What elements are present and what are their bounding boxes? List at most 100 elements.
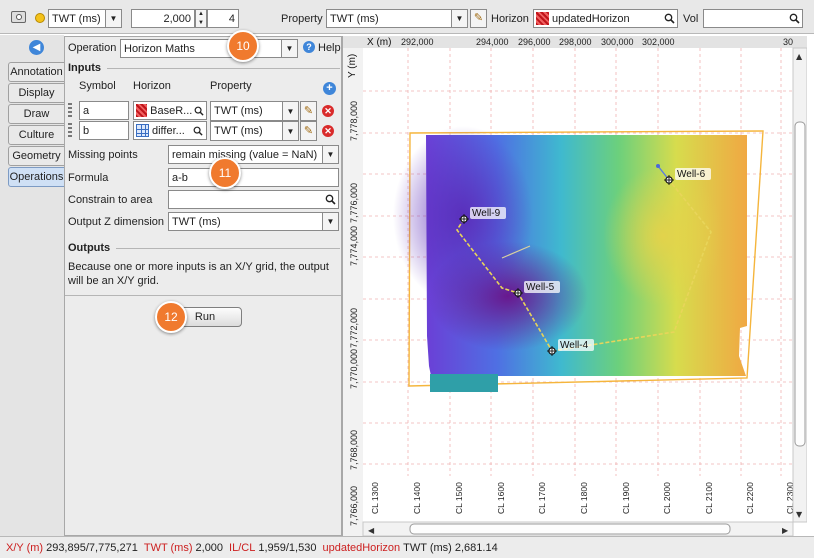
formula-input-value: a-b: [172, 171, 188, 184]
domain-dot-icon: [35, 13, 45, 23]
drag-handle-icon[interactable]: [68, 123, 72, 139]
well-tip-icon: [656, 164, 660, 168]
time-input[interactable]: 2,000: [131, 9, 195, 28]
chevron-down-icon[interactable]: ▼: [282, 122, 298, 140]
horizon-input[interactable]: BaseR...: [133, 101, 207, 120]
outputs-description-line-1: Because one or more inputs is an X/Y gri…: [68, 261, 329, 273]
back-arrow-icon[interactable]: ◀: [29, 40, 44, 55]
map-view[interactable]: Well-6 Well-9 Well-5 Well-4 292,000 294,000 2…: [342, 36, 807, 536]
remove-input-icon[interactable]: ✕: [322, 125, 334, 137]
wrench-icon[interactable]: ✎: [470, 9, 487, 28]
chevron-down-icon[interactable]: ▼: [281, 40, 297, 57]
side-tab-annotation[interactable]: Annotation: [8, 62, 65, 82]
search-icon[interactable]: [192, 102, 206, 119]
scroll-down-icon[interactable]: ▼: [796, 510, 803, 519]
cl-tick-label: CL 2200: [745, 482, 755, 514]
status-xy-label: X/Y (m): [6, 541, 44, 554]
camera-icon[interactable]: [11, 11, 26, 23]
property-select[interactable]: TWT (ms) ▼: [210, 121, 299, 141]
wrench-icon[interactable]: ✎: [300, 121, 317, 141]
search-icon[interactable]: [661, 10, 677, 27]
well-label: Well-6: [677, 169, 706, 180]
search-icon[interactable]: [190, 122, 206, 139]
input-row: b differ... TWT (ms) ▼ ✎ ✕: [65, 121, 343, 141]
chevron-down-icon[interactable]: ▼: [105, 10, 121, 27]
horizon-grid-icon: [536, 12, 549, 25]
top-toolbar: TWT (ms) ▼ 2,000 ▲ ▼ 4 Property TWT (ms) …: [0, 0, 814, 34]
x-axis-title: X (m): [367, 37, 391, 48]
missing-points-select[interactable]: remain missing (value = NaN) ▼: [168, 145, 339, 164]
chevron-down-icon[interactable]: ▼: [282, 102, 298, 120]
map-canvas[interactable]: Well-6 Well-9 Well-5 Well-4 292,000 294,000 2…: [343, 36, 807, 536]
output-z-select[interactable]: TWT (ms) ▼: [168, 212, 339, 231]
inputs-section-header: Inputs: [68, 62, 340, 74]
time-input-value: 2,000: [163, 12, 191, 25]
x-tick-label: 296,000: [518, 37, 551, 47]
property-select[interactable]: TWT (ms) ▼: [210, 101, 299, 121]
side-tab-operations[interactable]: Operations: [8, 167, 65, 187]
status-twt-value: 2,000: [195, 541, 224, 554]
horizon-input[interactable]: differ...: [133, 121, 207, 140]
x-tick-label: 294,000: [476, 37, 509, 47]
y-tick-label: 7,768,000: [349, 430, 359, 470]
y-tick-label: 7,778,000: [349, 101, 359, 141]
side-tab-draw[interactable]: Draw: [8, 104, 65, 124]
chevron-down-icon[interactable]: ▼: [322, 213, 338, 230]
status-bar: X/Y (m) 293,895/7,775,271 TWT (ms) 2,000…: [0, 536, 814, 558]
step-input[interactable]: 4: [207, 9, 239, 28]
cl-tick-label: CL 1400: [412, 482, 422, 514]
search-icon[interactable]: [322, 191, 338, 208]
help-link[interactable]: Help: [318, 42, 341, 54]
vertical-scrollbar-thumb[interactable]: [794, 121, 806, 447]
chevron-down-icon[interactable]: ▼: [451, 10, 467, 27]
search-icon[interactable]: [786, 10, 802, 27]
remove-input-icon[interactable]: ✕: [322, 105, 334, 117]
property-select[interactable]: TWT (ms) ▼: [326, 9, 468, 28]
domain-select-value: TWT (ms): [52, 12, 101, 25]
side-tab-culture[interactable]: Culture: [8, 125, 65, 145]
x-tick-label: 30: [783, 37, 793, 47]
scroll-up-icon[interactable]: ▲: [796, 52, 803, 61]
y-axis-title: Y (m): [347, 54, 358, 78]
run-button-label: Run: [194, 311, 216, 323]
side-tab-geometry[interactable]: Geometry: [8, 146, 65, 166]
wrench-icon[interactable]: ✎: [300, 101, 317, 121]
cl-tick-label: CL 1600: [496, 482, 506, 514]
horizon-select[interactable]: updatedHorizon: [533, 9, 678, 28]
domain-select[interactable]: TWT (ms) ▼: [48, 9, 122, 28]
chevron-down-icon[interactable]: ▼: [322, 146, 338, 163]
status-twt-label: TWT (ms): [143, 541, 193, 554]
drag-handle-icon[interactable]: [68, 103, 72, 119]
property-select-value: TWT (ms): [214, 105, 263, 117]
help-icon[interactable]: ?: [303, 41, 315, 53]
horizon-select-value: updatedHorizon: [552, 12, 630, 25]
outputs-divider: [65, 295, 341, 296]
operation-select[interactable]: Horizon Maths ▼: [120, 39, 298, 58]
constrain-input[interactable]: [168, 190, 339, 209]
horizontal-scrollbar-thumb[interactable]: [409, 523, 731, 535]
scroll-left-icon[interactable]: ◀: [368, 526, 375, 535]
y-tick-label: 7,774,000: [349, 226, 359, 266]
vol-select[interactable]: [703, 9, 803, 28]
cl-tick-label: CL 1800: [579, 482, 589, 514]
status-xy-value: 293,895/7,775,271: [46, 541, 138, 554]
horizon-input-value: differ...: [152, 124, 185, 137]
add-input-icon[interactable]: +: [323, 82, 336, 95]
symbol-input-value: b: [83, 124, 90, 137]
symbol-input[interactable]: a: [79, 101, 129, 120]
side-tab-display[interactable]: Display: [8, 83, 65, 103]
output-z-select-value: TWT (ms): [172, 215, 221, 228]
step-input-value: 4: [228, 12, 235, 25]
symbol-input[interactable]: b: [79, 121, 129, 140]
col-property-header: Property: [210, 80, 252, 92]
callout-badge: 10: [227, 30, 259, 62]
cl-tick-label: CL 2100: [704, 482, 714, 514]
scroll-right-icon[interactable]: ▶: [782, 526, 789, 535]
outputs-description-line-2: will be an X/Y grid.: [68, 275, 159, 287]
property-select-value: TWT (ms): [214, 125, 263, 137]
y-tick-label: 7,770,000: [349, 349, 359, 389]
time-stepper[interactable]: ▲ ▼: [195, 9, 207, 28]
property-label: Property: [281, 13, 323, 25]
inputs-title: Inputs: [68, 62, 101, 74]
formula-input[interactable]: a-b: [168, 168, 339, 187]
